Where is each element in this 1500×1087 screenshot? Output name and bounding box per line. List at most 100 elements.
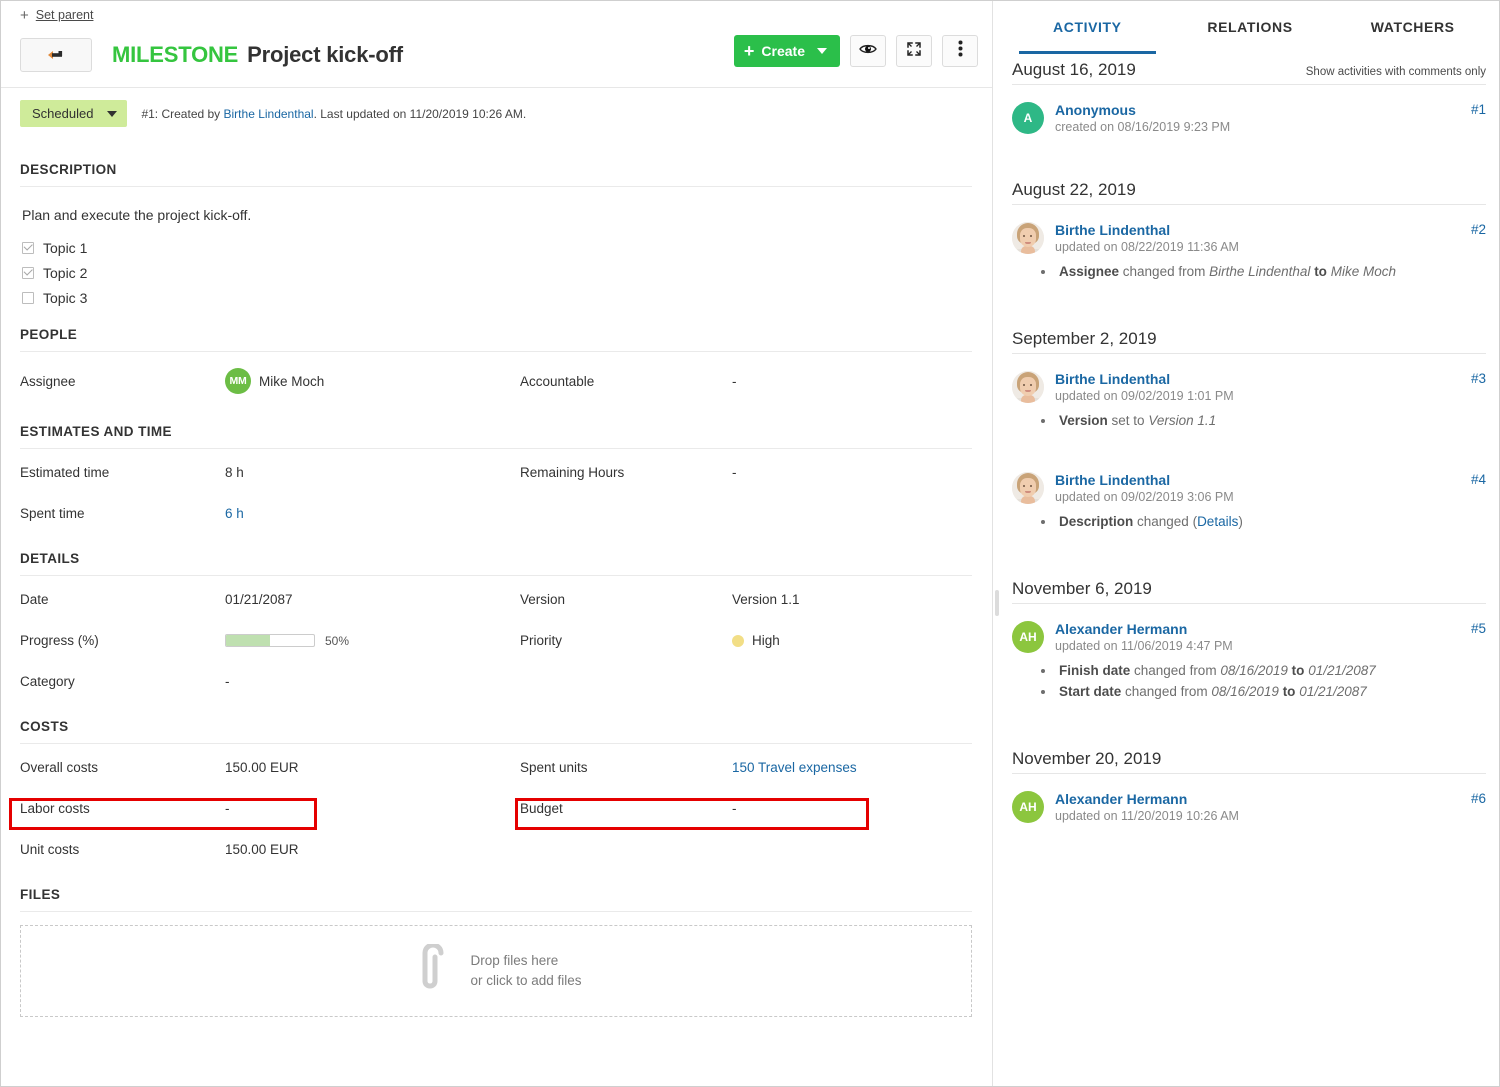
attr-value-estimated-time[interactable]: 8 h <box>225 452 520 493</box>
toolbar: + Create <box>734 35 978 67</box>
avatar[interactable] <box>1012 472 1044 504</box>
assignee-name: Mike Moch <box>259 374 324 389</box>
activity-user-link[interactable]: Birthe Lindenthal <box>1055 222 1460 238</box>
activity-user-link[interactable]: Birthe Lindenthal <box>1055 371 1460 387</box>
more-menu-button[interactable] <box>942 35 978 67</box>
list-item[interactable]: Topic 3 <box>22 285 972 310</box>
attr-value-spent-time[interactable]: 6 h <box>225 493 520 534</box>
attr-value-version[interactable]: Version 1.1 <box>732 579 972 620</box>
activity-entry-header: Birthe Lindenthal updated on 09/02/2019 … <box>1012 371 1486 403</box>
activity-journal-id[interactable]: #6 <box>1471 791 1486 806</box>
spent-units-link[interactable]: 150 Travel expenses <box>732 760 857 775</box>
attr-value-spent-units[interactable]: 150 Travel expenses <box>732 747 972 788</box>
todo-label: Topic 3 <box>43 290 87 306</box>
activity-journal-id[interactable]: #5 <box>1471 621 1486 636</box>
attr-value-remaining-hours[interactable]: - <box>732 452 972 493</box>
fullscreen-button[interactable] <box>896 35 932 67</box>
activity-user-link[interactable]: Alexander Hermann <box>1055 621 1460 637</box>
attr-value-assignee[interactable]: MM Mike Moch <box>225 355 520 407</box>
attr-spacer <box>520 829 732 870</box>
avatar[interactable]: AH <box>1012 621 1044 653</box>
attr-value-budget[interactable]: - <box>732 788 972 829</box>
activity-day-header: November 6, 2019 <box>1012 573 1486 603</box>
avatar[interactable] <box>1012 222 1044 254</box>
attr-value-overall-costs[interactable]: 150.00 EUR <box>225 747 520 788</box>
watch-button[interactable] <box>850 35 886 67</box>
avatar[interactable]: AH <box>1012 791 1044 823</box>
attr-value-labor-costs[interactable]: - <box>225 788 520 829</box>
caret-down-icon <box>107 111 117 117</box>
list-item[interactable]: Topic 1 <box>22 235 972 260</box>
activity-journal-id[interactable]: #2 <box>1471 222 1486 237</box>
attr-label-assignee: Assignee <box>20 355 225 407</box>
activity-entry-meta: Birthe Lindenthal updated on 08/22/2019 … <box>1055 222 1460 254</box>
activity-journal-id[interactable]: #4 <box>1471 472 1486 487</box>
change-field: Version <box>1059 413 1108 428</box>
pane-resizer[interactable] <box>992 0 1000 1087</box>
attr-label-date: Date <box>20 579 225 620</box>
change-to: 01/21/2087 <box>1299 684 1367 699</box>
status-badge[interactable]: Scheduled <box>20 100 127 127</box>
activity-journal-id[interactable]: #1 <box>1471 102 1486 117</box>
avatar[interactable]: A <box>1012 102 1044 134</box>
change-to-word: to <box>1283 684 1296 699</box>
section-rule <box>20 351 972 352</box>
change-field: Description <box>1059 514 1133 529</box>
tab-activity[interactable]: ACTIVITY <box>1006 0 1169 54</box>
change-details-link[interactable]: Details <box>1197 514 1238 529</box>
attr-value-priority[interactable]: High <box>732 620 972 661</box>
activity-user-link[interactable]: Birthe Lindenthal <box>1055 472 1460 488</box>
meta-author-link[interactable]: Birthe Lindenthal <box>224 107 314 121</box>
change-from: 08/16/2019 <box>1220 663 1288 678</box>
spacer <box>1012 134 1486 156</box>
tab-watchers[interactable]: WATCHERS <box>1331 0 1494 54</box>
checkbox-checked-icon[interactable] <box>22 242 34 254</box>
activity-entry: Birthe Lindenthal updated on 09/02/2019 … <box>1012 354 1486 432</box>
show-comments-only-toggle[interactable]: Show activities with comments only <box>1306 66 1486 78</box>
page-title: MILESTONE Project kick-off <box>112 42 403 68</box>
attr-value-accountable[interactable]: - <box>732 355 972 407</box>
activity-user-link[interactable]: Alexander Hermann <box>1055 791 1460 807</box>
change-suffix: ) <box>1238 514 1243 529</box>
spacer <box>1012 533 1486 555</box>
attr-value-unit-costs[interactable]: 150.00 EUR <box>225 829 520 870</box>
description-checklist: Topic 1 Topic 2 Topic 3 <box>20 235 972 310</box>
activity-changes: Finish date changed from 08/16/2019 to 0… <box>1042 661 1486 703</box>
activity-entry: Birthe Lindenthal updated on 08/22/2019 … <box>1012 205 1486 283</box>
create-button[interactable]: + Create <box>734 35 840 67</box>
attr-label-priority: Priority <box>520 620 732 661</box>
attr-spacer <box>732 829 972 870</box>
activity-entry: Birthe Lindenthal updated on 09/02/2019 … <box>1012 432 1486 533</box>
activity-changes: Assignee changed from Birthe Lindenthal … <box>1042 262 1486 283</box>
description-text[interactable]: Plan and execute the project kick-off. <box>20 190 972 235</box>
activity-journal-id[interactable]: #3 <box>1471 371 1486 386</box>
attr-spacer <box>520 493 732 534</box>
activity-timestamp: updated on 08/22/2019 11:36 AM <box>1055 240 1460 254</box>
resize-handle[interactable] <box>995 590 999 616</box>
activity-entry-meta: Birthe Lindenthal updated on 09/02/2019 … <box>1055 371 1460 403</box>
activity-entry-header: Birthe Lindenthal updated on 09/02/2019 … <box>1012 472 1486 504</box>
section-rule <box>20 186 972 187</box>
attr-value-date[interactable]: 01/21/2087 <box>225 579 520 620</box>
activity-day-group: November 20, 2019 AH Alexander Hermann u… <box>1012 743 1486 823</box>
set-parent-button[interactable]: + Set parent <box>0 0 992 30</box>
checkbox-unchecked-icon[interactable] <box>22 292 34 304</box>
work-package-subject[interactable]: Project kick-off <box>247 42 403 68</box>
attr-value-progress[interactable]: 50% <box>225 620 520 661</box>
checkbox-checked-icon[interactable] <box>22 267 34 279</box>
activity-user-link[interactable]: Anonymous <box>1055 102 1460 118</box>
spent-time-link[interactable]: 6 h <box>225 506 244 521</box>
change-field: Assignee <box>1059 264 1119 279</box>
avatar[interactable] <box>1012 371 1044 403</box>
change-verb: changed from <box>1121 684 1211 699</box>
activity-entry: A Anonymous created on 08/16/2019 9:23 P… <box>1012 85 1486 134</box>
work-package-page: + Set parent MILESTONE Project kick-off <box>0 0 1500 1087</box>
file-dropzone[interactable]: Drop files here or click to add files <box>20 925 972 1017</box>
activity-day-title: August 22, 2019 <box>1012 180 1136 200</box>
attr-value-category[interactable]: - <box>225 661 520 702</box>
section-rule <box>20 911 972 912</box>
tab-relations[interactable]: RELATIONS <box>1169 0 1332 54</box>
list-item[interactable]: Topic 2 <box>22 260 972 285</box>
back-button[interactable] <box>20 38 92 72</box>
plus-icon: + <box>20 8 29 23</box>
